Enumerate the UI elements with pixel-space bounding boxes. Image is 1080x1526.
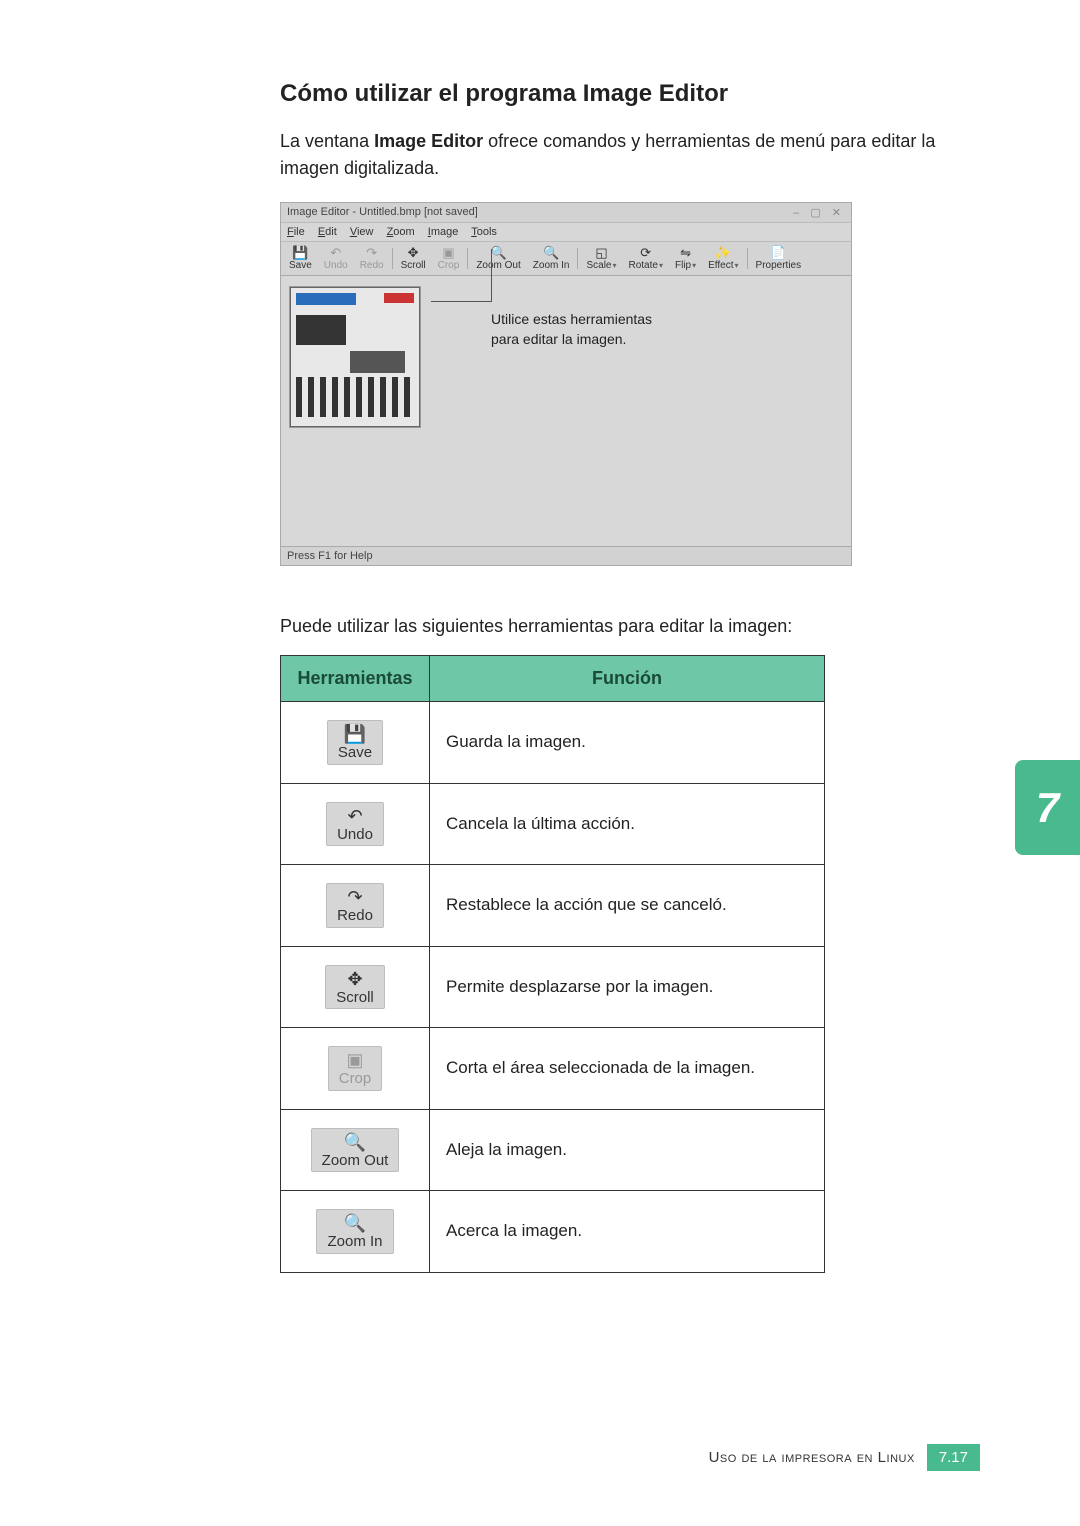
save-icon: 💾 (291, 246, 309, 260)
tool-chip-label: Scroll (336, 990, 374, 1007)
tool-chip-label: Zoom Out (322, 1153, 389, 1170)
redo-icon: ↷ (363, 246, 381, 260)
chevron-down-icon: ▾ (692, 261, 696, 270)
tool-icon-cell: ✥Scroll (281, 946, 430, 1028)
table-row: ↷Redo Restablece la acción que se canceló… (281, 865, 825, 947)
toolbar-scale[interactable]: ◱Scale▾ (580, 246, 622, 271)
tool-function-cell: Guarda la imagen. (430, 702, 825, 784)
toolbar-rotate[interactable]: ⟳Rotate▾ (623, 246, 669, 271)
chapter-tab: 7 (1015, 760, 1080, 855)
intro-text-bold: Image Editor (374, 131, 483, 151)
tool-chip-label: Redo (337, 908, 373, 925)
toolbar-properties[interactable]: 📄Properties (750, 246, 808, 271)
undo-icon: ↶ (347, 807, 362, 827)
scroll-icon: ✥ (404, 246, 422, 260)
tool-icon-cell: 💾Save (281, 702, 430, 784)
toolbar-effect[interactable]: ✨Effect▾ (702, 246, 744, 271)
rotate-icon: ⟳ (637, 246, 655, 260)
statusbar: Press F1 for Help (281, 547, 851, 565)
zoom-in-icon: 🔍 (542, 246, 560, 260)
window-title: Image Editor - Untitled.bmp [not saved] (287, 206, 478, 219)
tool-chip-redo[interactable]: ↷Redo (326, 883, 384, 928)
table-row: 🔍Zoom Out Aleja la imagen. (281, 1109, 825, 1191)
scroll-icon: ✥ (347, 970, 362, 990)
toolbar-save[interactable]: 💾Save (283, 246, 318, 271)
properties-icon: 📄 (769, 246, 787, 260)
toolbar-crop[interactable]: ▣Crop (432, 246, 466, 271)
image-editor-window: Image Editor - Untitled.bmp [not saved] … (280, 202, 852, 566)
tool-function-cell: Corta el área seleccionada de la imagen. (430, 1028, 825, 1110)
tool-chip-label: Crop (339, 1071, 372, 1088)
tool-chip-undo[interactable]: ↶Undo (326, 802, 384, 847)
intro-text-pre: La ventana (280, 131, 374, 151)
tool-function-cell: Permite desplazarse por la imagen. (430, 946, 825, 1028)
crop-icon: ▣ (439, 246, 457, 260)
menu-image[interactable]: Image (428, 226, 459, 238)
chevron-down-icon: ▾ (735, 261, 739, 270)
undo-icon: ↶ (327, 246, 345, 260)
table-header-tool: Herramientas (281, 656, 430, 702)
image-thumbnail (289, 286, 421, 428)
toolbar-redo[interactable]: ↷Redo (354, 246, 390, 271)
menubar: FFileile Edit View Zoom Image Tools (281, 223, 851, 242)
tool-function-cell: Cancela la última acción. (430, 783, 825, 865)
intro-paragraph: La ventana Image Editor ofrece comandos … (280, 128, 980, 182)
tool-chip-label: Save (338, 745, 372, 762)
toolbar-undo[interactable]: ↶Undo (318, 246, 354, 271)
window-titlebar: Image Editor - Untitled.bmp [not saved] … (281, 203, 851, 223)
tool-function-cell: Restablece la acción que se canceló. (430, 865, 825, 947)
tool-chip-scroll[interactable]: ✥Scroll (325, 965, 385, 1010)
chevron-down-icon: ▾ (659, 261, 663, 270)
tool-chip-crop[interactable]: ▣Crop (328, 1046, 383, 1091)
menu-edit[interactable]: Edit (318, 226, 337, 238)
save-icon: 💾 (344, 725, 366, 745)
flip-icon: ⇋ (677, 246, 695, 260)
footer-text: Uso de la impresora en Linux (709, 1449, 915, 1466)
menu-file[interactable]: FFileile (287, 226, 305, 238)
tool-icon-cell: ▣Crop (281, 1028, 430, 1110)
toolbar-flip[interactable]: ⇋Flip▾ (669, 246, 702, 271)
toolbar-scroll[interactable]: ✥Scroll (395, 246, 432, 271)
zoom-out-icon: 🔍 (490, 246, 508, 260)
page-number: 7.17 (927, 1444, 980, 1471)
tool-icon-cell: 🔍Zoom Out (281, 1109, 430, 1191)
chevron-down-icon: ▾ (612, 261, 616, 270)
toolbar-zoom-in[interactable]: 🔍Zoom In (527, 246, 576, 271)
table-header-func: Función (430, 656, 825, 702)
tool-icon-cell: 🔍Zoom In (281, 1191, 430, 1273)
tool-chip-zoom-in[interactable]: 🔍Zoom In (316, 1209, 393, 1254)
page-footer: Uso de la impresora en Linux 7.17 (709, 1444, 980, 1471)
tool-chip-label: Zoom In (327, 1234, 382, 1251)
tool-icon-cell: ↷Redo (281, 865, 430, 947)
effect-icon: ✨ (714, 246, 732, 260)
menu-zoom[interactable]: Zoom (387, 226, 415, 238)
table-row: 💾Save Guarda la imagen. (281, 702, 825, 784)
menu-tools[interactable]: Tools (471, 226, 497, 238)
canvas-area[interactable]: Utilice estas herramientas para editar l… (281, 276, 851, 547)
tool-chip-label: Undo (337, 827, 373, 844)
tool-chip-save[interactable]: 💾Save (327, 720, 383, 765)
zoom-in-icon: 🔍 (344, 1214, 366, 1234)
tool-function-cell: Aleja la imagen. (430, 1109, 825, 1191)
tools-table: Herramientas Función 💾Save Guarda la imag… (280, 655, 825, 1273)
table-row: ✥Scroll Permite desplazarse por la imagen… (281, 946, 825, 1028)
tool-function-cell: Acerca la imagen. (430, 1191, 825, 1273)
scale-icon: ◱ (592, 246, 610, 260)
table-row: 🔍Zoom In Acerca la imagen. (281, 1191, 825, 1273)
redo-icon: ↷ (347, 888, 362, 908)
tool-icon-cell: ↶Undo (281, 783, 430, 865)
tool-chip-zoom-out[interactable]: 🔍Zoom Out (311, 1128, 400, 1173)
annotation-text: Utilice estas herramientas para editar l… (491, 310, 671, 349)
menu-view[interactable]: View (350, 226, 374, 238)
section-heading: Cómo utilizar el programa Image Editor (280, 80, 980, 108)
toolbar-zoom-out[interactable]: 🔍Zoom Out (470, 246, 526, 271)
zoom-out-icon: 🔍 (344, 1133, 366, 1153)
crop-icon: ▣ (346, 1051, 363, 1071)
annotation-leader-line (431, 301, 491, 302)
table-row: ↶Undo Cancela la última acción. (281, 783, 825, 865)
tools-intro-text: Puede utilizar las siguientes herramient… (280, 616, 980, 637)
table-row: ▣Crop Corta el área seleccionada de la im… (281, 1028, 825, 1110)
toolbar: 💾Save ↶Undo ↷Redo ✥Scroll ▣Crop 🔍Zoom Ou… (281, 242, 851, 276)
window-control-buttons[interactable]: – ▢ ✕ (793, 206, 845, 219)
